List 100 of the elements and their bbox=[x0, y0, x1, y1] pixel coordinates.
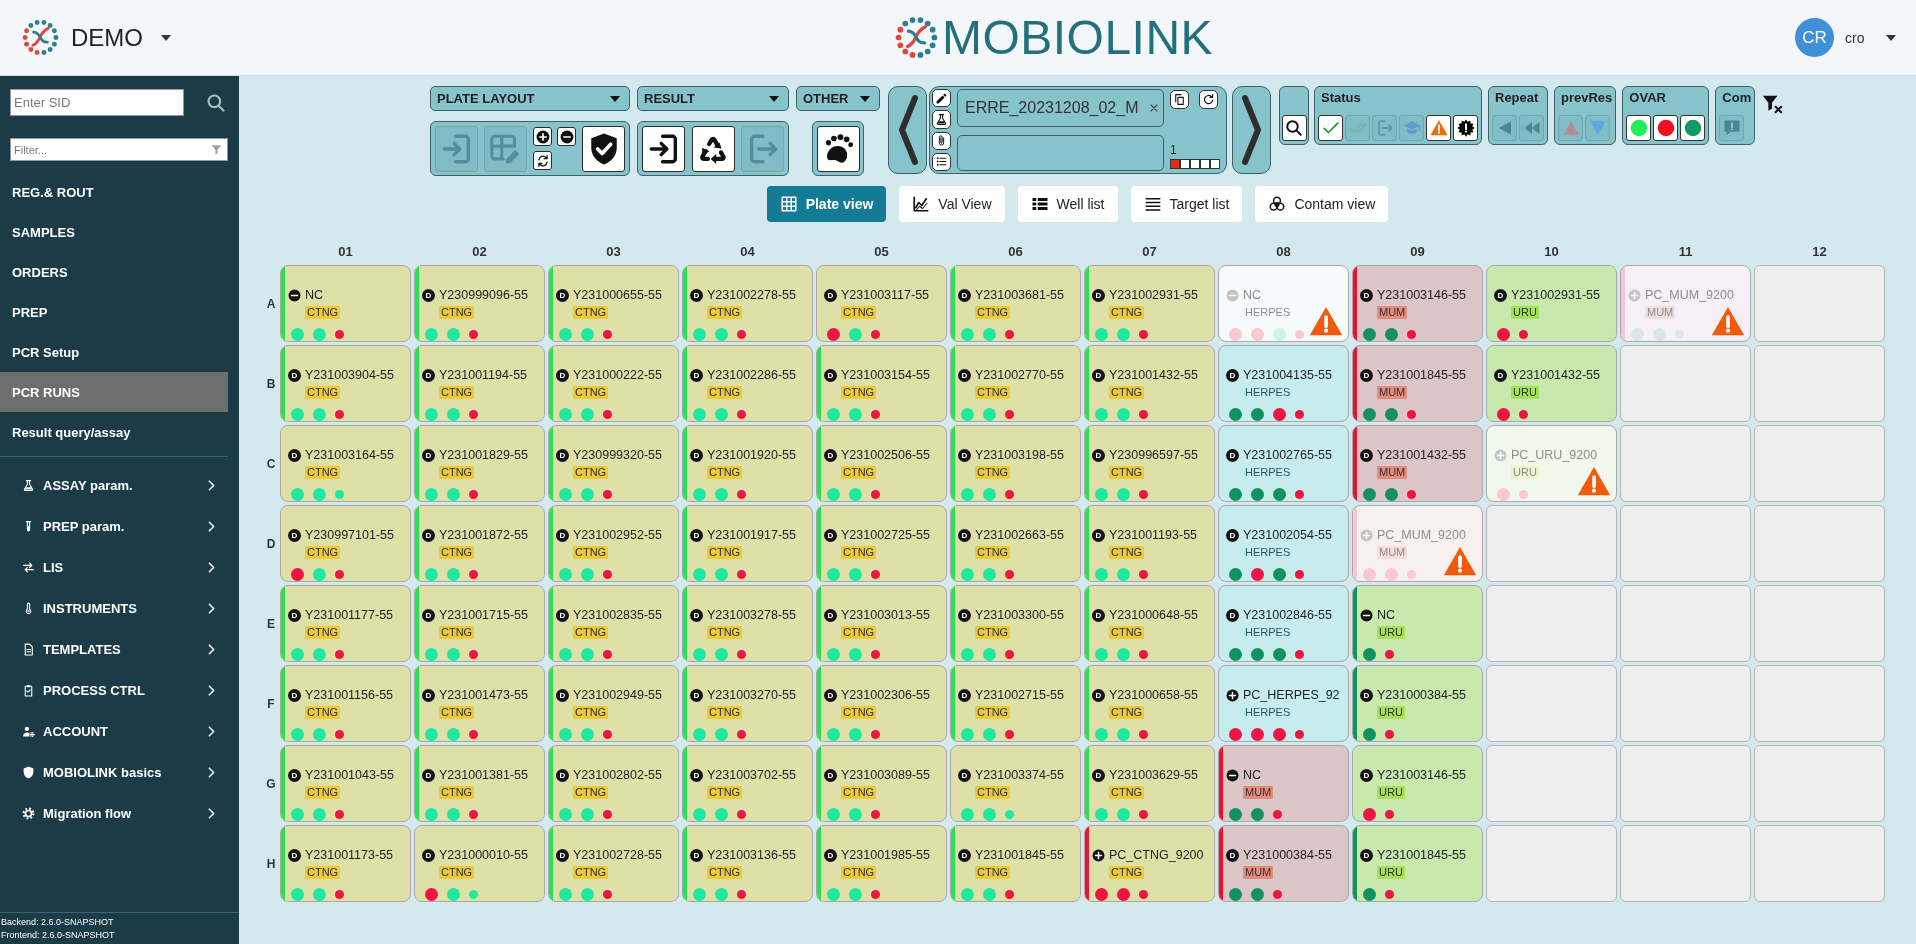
menu-section[interactable]: TEMPLATES bbox=[0, 629, 228, 670]
well-card[interactable]: NC MUM bbox=[1218, 745, 1349, 822]
menu-section[interactable]: INSTRUMENTS bbox=[0, 588, 228, 629]
well-card[interactable]: D Y231003702-55 CTNG bbox=[682, 745, 813, 822]
well-card[interactable]: PC_CTNG_9200 CTNG bbox=[1084, 825, 1215, 902]
sid-search-field[interactable]: Enter SID bbox=[10, 89, 184, 116]
refresh-button[interactable] bbox=[1199, 90, 1218, 109]
menu-item[interactable]: ORDERS bbox=[0, 252, 228, 292]
well-card[interactable]: D Y231001432-55 MUM bbox=[1352, 425, 1483, 502]
well-card[interactable]: D Y231001473-55 CTNG bbox=[414, 665, 545, 742]
menu-section[interactable]: ASSAY param. bbox=[0, 465, 228, 506]
well-card[interactable]: D Y231001715-55 CTNG bbox=[414, 585, 545, 662]
validate-button[interactable] bbox=[582, 125, 625, 172]
empty-well[interactable] bbox=[1620, 825, 1751, 902]
well-card[interactable]: D Y231001985-55 CTNG bbox=[816, 825, 947, 902]
empty-well[interactable] bbox=[1754, 665, 1885, 742]
well-card[interactable]: D Y230996597-55 CTNG bbox=[1084, 425, 1215, 502]
well-card[interactable]: D Y231003089-55 CTNG bbox=[816, 745, 947, 822]
import-button[interactable] bbox=[642, 125, 685, 172]
menu-item[interactable]: PCR Setup bbox=[0, 332, 228, 372]
well-card[interactable]: D Y231000648-55 CTNG bbox=[1084, 585, 1215, 662]
menu-section[interactable]: PROCESS CTRL bbox=[0, 670, 228, 711]
assay-button[interactable] bbox=[932, 110, 951, 129]
empty-well[interactable] bbox=[1620, 745, 1751, 822]
filter-button[interactable] bbox=[1426, 115, 1451, 141]
view-tab[interactable]: Plate view bbox=[766, 186, 887, 222]
well-card[interactable]: D Y231001845-55 MUM bbox=[1352, 345, 1483, 422]
empty-well[interactable] bbox=[1620, 665, 1751, 742]
well-card[interactable]: D Y231002846-55 HERPES bbox=[1218, 585, 1349, 662]
view-tab[interactable]: Contam view bbox=[1255, 186, 1389, 222]
well-card[interactable]: D Y231002725-55 CTNG bbox=[816, 505, 947, 582]
well-card[interactable]: D Y231002952-55 CTNG bbox=[548, 505, 679, 582]
run-name-field[interactable]: ERRE_20231208_02_M bbox=[957, 89, 1164, 127]
well-card[interactable]: D Y231003146-55 URU bbox=[1352, 745, 1483, 822]
workspace-dropdown[interactable]: DEMO bbox=[71, 23, 171, 52]
sync-button[interactable] bbox=[533, 151, 552, 170]
menu-dropdown[interactable]: PLATE LAYOUT bbox=[430, 86, 630, 111]
view-tab[interactable]: Val View bbox=[899, 186, 1005, 222]
well-card[interactable]: D Y231002715-55 CTNG bbox=[950, 665, 1081, 742]
remove-button[interactable] bbox=[557, 127, 576, 146]
well-card[interactable]: NC URU bbox=[1352, 585, 1483, 662]
well-card[interactable]: D Y231002949-55 CTNG bbox=[548, 665, 679, 742]
empty-well[interactable] bbox=[1486, 585, 1617, 662]
well-card[interactable]: D Y231003164-55 CTNG bbox=[280, 425, 411, 502]
well-card[interactable]: D Y231002770-55 CTNG bbox=[950, 345, 1081, 422]
well-card[interactable]: D Y231002835-55 CTNG bbox=[548, 585, 679, 662]
well-card[interactable]: D Y231001193-55 CTNG bbox=[1084, 505, 1215, 582]
empty-well[interactable] bbox=[1620, 585, 1751, 662]
empty-well[interactable] bbox=[1754, 265, 1885, 342]
copy-button[interactable] bbox=[1170, 90, 1189, 109]
well-card[interactable]: D Y231001381-55 CTNG bbox=[414, 745, 545, 822]
well-card[interactable]: D Y231003013-55 CTNG bbox=[816, 585, 947, 662]
well-card[interactable]: D Y231003681-55 CTNG bbox=[950, 265, 1081, 342]
empty-well[interactable] bbox=[1754, 745, 1885, 822]
well-card[interactable]: D Y231003117-55 CTNG bbox=[816, 265, 947, 342]
user-menu-button[interactable]: cro bbox=[1845, 29, 1897, 46]
well-card[interactable]: D Y231000222-55 CTNG bbox=[548, 345, 679, 422]
well-card[interactable]: D Y231003629-55 CTNG bbox=[1084, 745, 1215, 822]
menu-item[interactable]: PCR RUNS bbox=[0, 372, 228, 412]
well-card[interactable]: D Y231002765-55 HERPES bbox=[1218, 425, 1349, 502]
edit-button[interactable] bbox=[932, 89, 951, 108]
well-card[interactable]: D Y231001177-55 CTNG bbox=[280, 585, 411, 662]
empty-well[interactable] bbox=[1620, 425, 1751, 502]
filter-button[interactable] bbox=[1453, 115, 1478, 141]
empty-well[interactable] bbox=[1754, 505, 1885, 582]
search-button[interactable] bbox=[1281, 115, 1307, 141]
empty-well[interactable] bbox=[1754, 425, 1885, 502]
empty-well[interactable] bbox=[1754, 585, 1885, 662]
well-card[interactable]: D Y231001845-55 CTNG bbox=[950, 825, 1081, 902]
well-card[interactable]: D Y231001920-55 CTNG bbox=[682, 425, 813, 502]
filter-field[interactable]: Filter... bbox=[10, 138, 228, 161]
menu-section[interactable]: MOBIOLINK basics bbox=[0, 752, 228, 793]
well-card[interactable]: D Y231000384-55 MUM bbox=[1218, 825, 1349, 902]
well-card[interactable]: D Y231001194-55 CTNG bbox=[414, 345, 545, 422]
empty-well[interactable] bbox=[1754, 825, 1885, 902]
recycle-button[interactable] bbox=[691, 125, 735, 172]
well-card[interactable]: D Y231002286-55 CTNG bbox=[682, 345, 813, 422]
well-card[interactable]: D Y231001872-55 CTNG bbox=[414, 505, 545, 582]
well-card[interactable]: D Y231003198-55 CTNG bbox=[950, 425, 1081, 502]
well-card[interactable]: D Y231003154-55 CTNG bbox=[816, 345, 947, 422]
menu-item[interactable]: Result query/assay bbox=[0, 412, 228, 452]
attachment-button[interactable] bbox=[932, 131, 951, 150]
well-card[interactable]: D Y231000384-55 URU bbox=[1352, 665, 1483, 742]
add-button[interactable] bbox=[533, 127, 552, 146]
well-card[interactable]: D Y231002278-55 CTNG bbox=[682, 265, 813, 342]
empty-well[interactable] bbox=[1486, 665, 1617, 742]
well-card[interactable]: D Y231004135-55 HERPES bbox=[1218, 345, 1349, 422]
well-card[interactable]: D Y231001173-55 CTNG bbox=[280, 825, 411, 902]
menu-item[interactable]: PREP bbox=[0, 292, 228, 332]
previous-run-button[interactable] bbox=[888, 86, 927, 174]
well-card[interactable]: D Y231002931-55 CTNG bbox=[1084, 265, 1215, 342]
well-card[interactable]: D Y231001432-55 URU bbox=[1486, 345, 1617, 422]
well-card[interactable]: D Y231001829-55 CTNG bbox=[414, 425, 545, 502]
filter-clear-icon[interactable] bbox=[1761, 94, 1784, 114]
filter-button[interactable] bbox=[1318, 115, 1343, 141]
menu-item[interactable]: REG.& ROUT bbox=[0, 172, 228, 212]
view-tab[interactable]: Well list bbox=[1017, 186, 1118, 222]
well-card[interactable]: D Y231001156-55 CTNG bbox=[280, 665, 411, 742]
well-card[interactable]: D Y231002802-55 CTNG bbox=[548, 745, 679, 822]
well-card[interactable]: D Y231002728-55 CTNG bbox=[548, 825, 679, 902]
